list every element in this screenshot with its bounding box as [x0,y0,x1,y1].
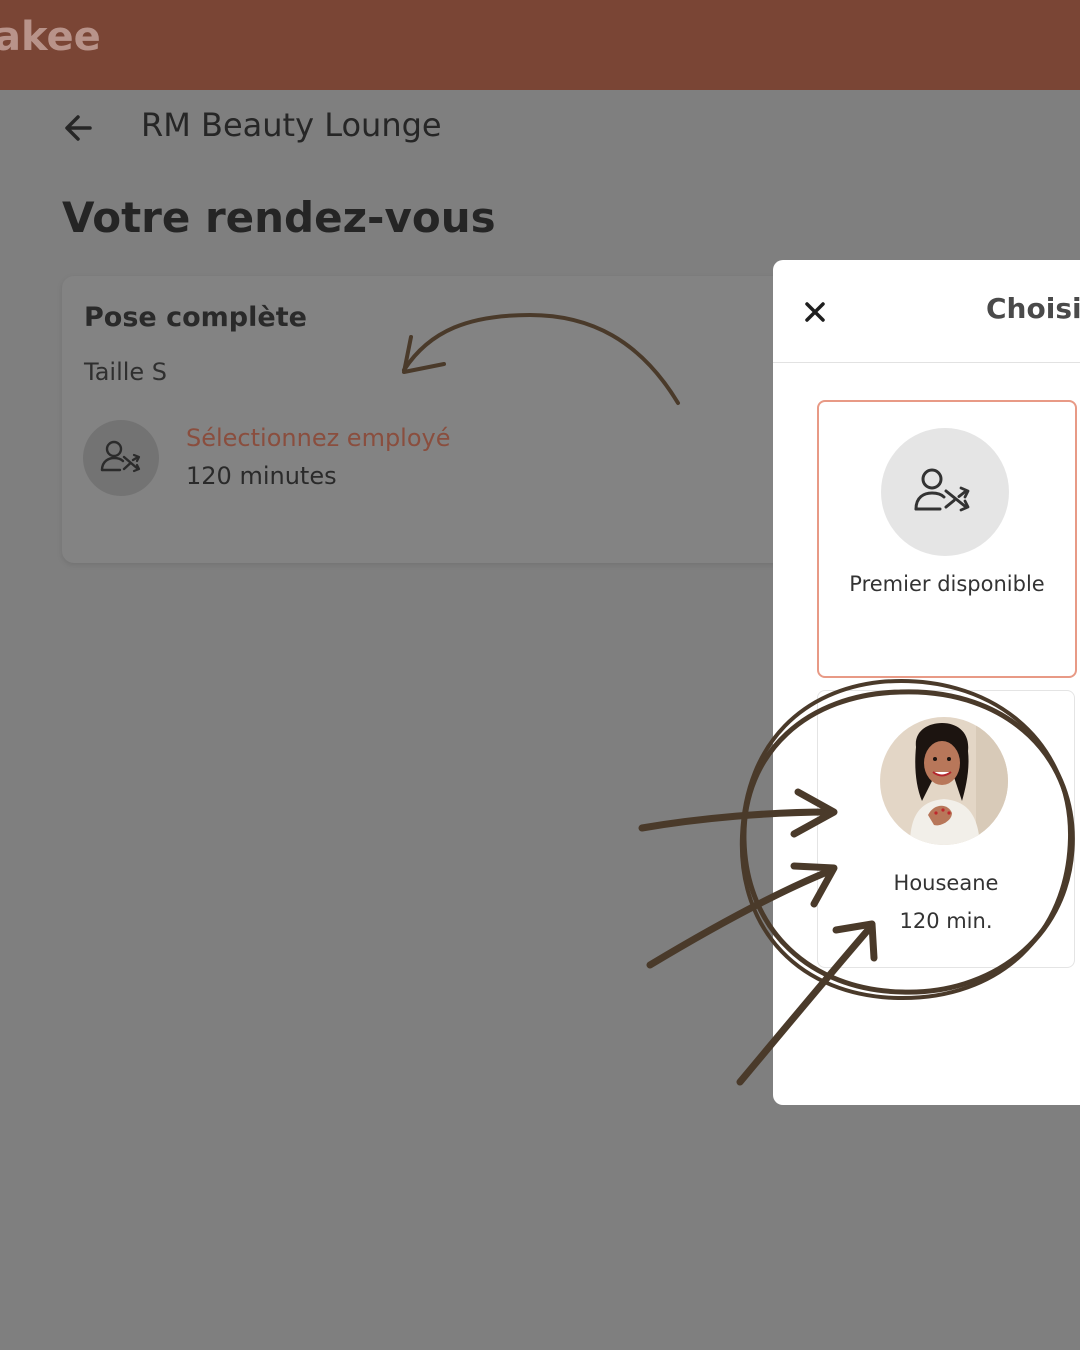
staff-photo [880,717,1008,845]
choose-staff-modal: Choisis Premier disponible [773,260,1080,1105]
staff-placeholder-avatar[interactable] [83,420,159,496]
staff-name: Houseane [893,871,999,895]
random-staff-icon [914,468,970,512]
option-staff-houseane[interactable]: Houseane 120 min. [817,690,1075,968]
random-staff-icon [100,440,141,473]
first-available-label: Premier disponible [849,572,1045,596]
salon-name: RM Beauty Lounge [141,106,442,144]
modal-title: Choisis [986,292,1080,325]
back-arrow-button[interactable] [60,108,100,148]
service-card: Pose complète Taille S Sélectionnez empl… [62,276,822,563]
service-duration: 120 minutes [186,462,337,490]
close-button[interactable] [797,294,833,330]
top-bar: akee [0,0,1080,90]
page-title: Votre rendez-vous [62,193,496,242]
option-first-available[interactable]: Premier disponible [817,400,1077,678]
service-name: Pose complète [84,302,307,333]
staff-duration: 120 min. [899,909,993,933]
close-icon [805,302,825,322]
modal-header: Choisis [773,260,1080,363]
brand-logo[interactable]: akee [0,14,101,60]
arrow-left-icon [65,115,92,141]
select-employee-link[interactable]: Sélectionnez employé [186,424,451,452]
staff-portrait-image [880,717,1008,845]
service-size: Taille S [84,358,168,386]
first-available-avatar [881,428,1009,556]
